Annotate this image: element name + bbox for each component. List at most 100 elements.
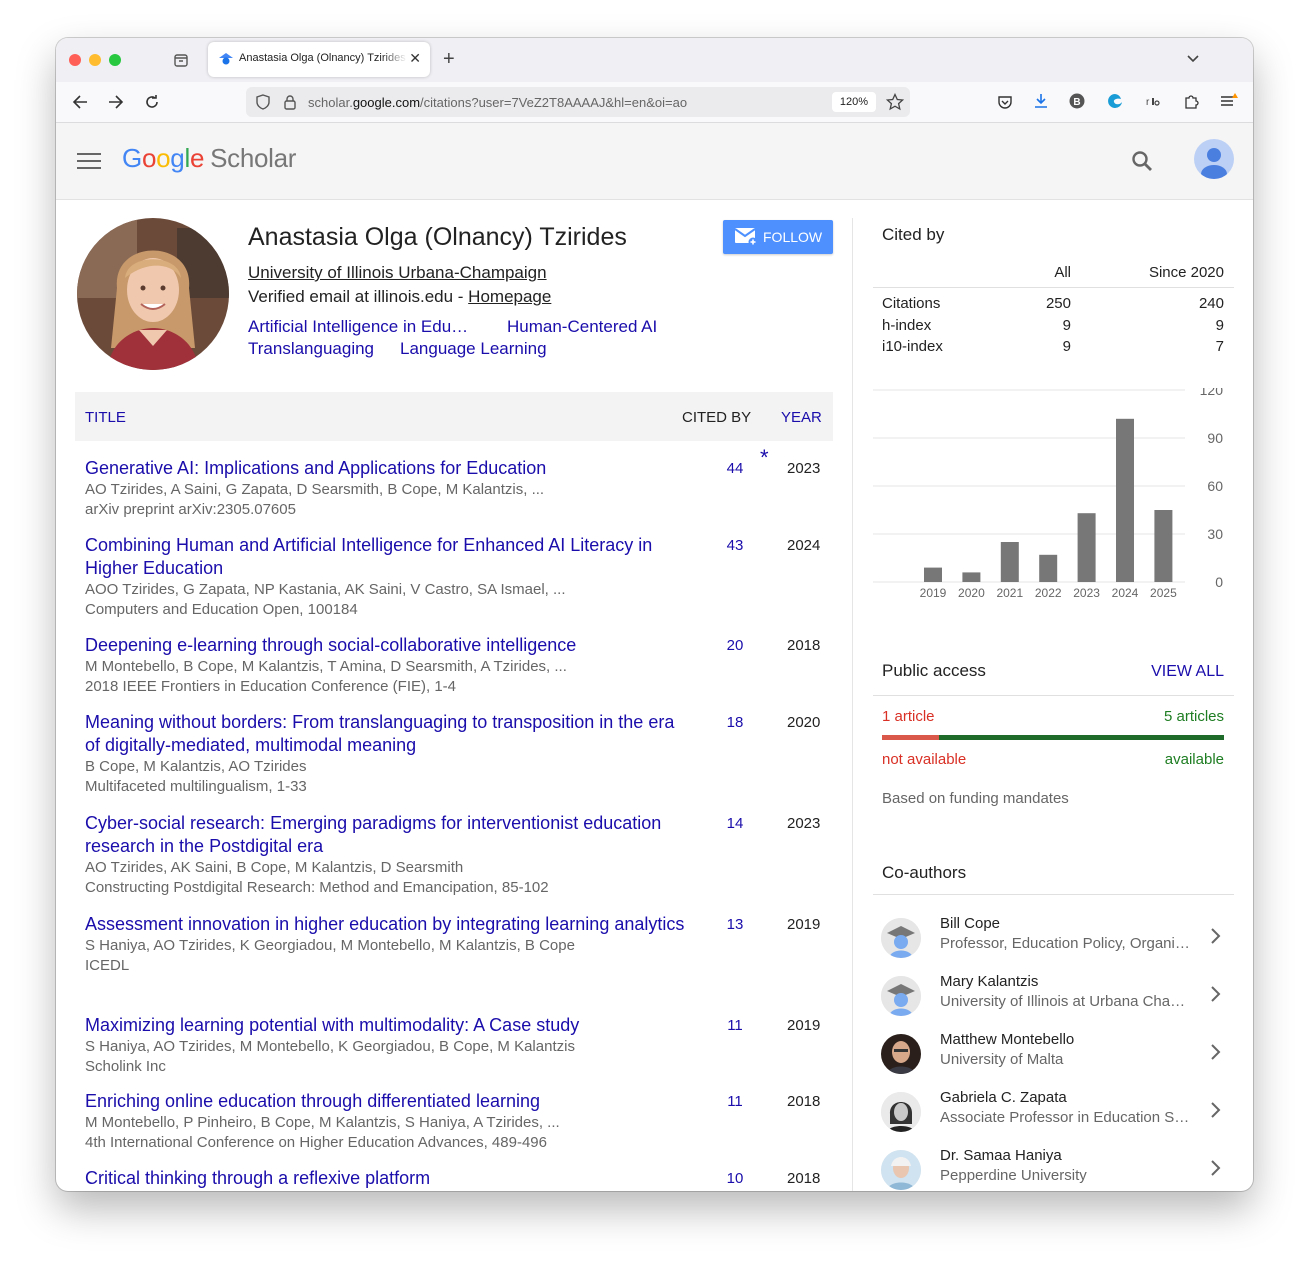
- available-count-link[interactable]: 5 articles: [1104, 708, 1224, 725]
- table-row: Generative AI: Implications and Applicat…: [85, 445, 833, 520]
- cited-count-link[interactable]: 13: [715, 916, 755, 933]
- chart-bar-2025[interactable]: [1154, 510, 1173, 582]
- article-venue: ICEDL: [85, 957, 130, 974]
- close-window-button[interactable]: [69, 54, 81, 66]
- maximize-window-button[interactable]: [109, 54, 121, 66]
- coauthor-item[interactable]: Bill Cope Professor, Education Policy, O…: [873, 914, 1234, 972]
- cited-count-link[interactable]: 18: [715, 714, 755, 731]
- zoom-level[interactable]: 120%: [832, 92, 876, 112]
- article-title-link[interactable]: Enriching online education through diffe…: [85, 1090, 685, 1113]
- article-authors: S Haniya, AO Tzirides, M Montebello, K G…: [85, 1038, 575, 1055]
- cited-count-link[interactable]: 44: [715, 460, 755, 477]
- cited-count-link[interactable]: 20: [715, 637, 755, 654]
- coauthor-affiliation: Professor, Education Policy, Organizatio…: [940, 935, 1190, 952]
- pocket-icon[interactable]: [997, 94, 1013, 110]
- stat-since-value: 7: [1215, 338, 1224, 355]
- scholar-header: Google Scholar: [56, 123, 1253, 200]
- public-access-view-all-link[interactable]: VIEW ALL: [1104, 663, 1224, 681]
- col-all-header: All: [1054, 264, 1071, 281]
- active-tab[interactable]: Anastasia Olga (Olnancy) Tzirides ✕: [208, 42, 430, 77]
- cited-count-link[interactable]: 43: [715, 537, 755, 554]
- scholar-favicon-icon: [219, 53, 233, 65]
- article-year: 2023: [787, 460, 821, 477]
- new-tab-icon[interactable]: +: [443, 49, 455, 69]
- cited-count-link[interactable]: 10: [715, 1170, 755, 1187]
- article-year: 2018: [787, 637, 821, 654]
- menu-icon[interactable]: [77, 153, 101, 169]
- b-extension-icon[interactable]: B: [1069, 93, 1085, 109]
- article-title-link[interactable]: Assessment innovation in higher educatio…: [85, 913, 685, 936]
- chart-bar-2023[interactable]: [1077, 513, 1096, 582]
- merged-citations-star-icon[interactable]: *: [760, 445, 769, 471]
- homepage-link[interactable]: Homepage: [468, 287, 551, 306]
- google-scholar-logo[interactable]: Google Scholar: [122, 143, 296, 174]
- article-title-link[interactable]: Deepening e-learning through social-coll…: [85, 634, 685, 657]
- account-avatar[interactable]: [1194, 139, 1234, 179]
- svg-text:r: r: [1146, 97, 1150, 108]
- interest-link[interactable]: Human-Centered AI: [507, 317, 657, 337]
- coauthor-affiliation: University of Malta: [940, 1051, 1064, 1068]
- extensions-puzzle-icon[interactable]: [1183, 93, 1199, 109]
- chart-bar-2024[interactable]: [1116, 418, 1134, 582]
- table-row: Cyber-social research: Emerging paradigm…: [85, 812, 833, 898]
- coauthor-item[interactable]: Dr. Samaa Haniya Pepperdine University: [873, 1146, 1234, 1191]
- interest-link[interactable]: Translanguaging: [248, 339, 374, 359]
- chart-bar-2022[interactable]: [1039, 554, 1058, 582]
- col-since-header: Since 2020: [1148, 264, 1224, 281]
- coauthor-photo: [881, 1034, 921, 1074]
- chart-bar-2021[interactable]: [1000, 542, 1019, 582]
- citations-chart: 0 30 60 90 120 2019 2020 2021 2022 2023 2024 2025: [873, 388, 1223, 600]
- article-title-link[interactable]: Generative AI: Implications and Applicat…: [85, 457, 685, 480]
- coauthor-affiliation: University of Illinois at Urbana Champai…: [940, 993, 1190, 1010]
- minimize-window-button[interactable]: [89, 54, 101, 66]
- article-title-link[interactable]: Cyber-social research: Emerging paradigm…: [85, 812, 685, 858]
- article-title-link[interactable]: Maximizing learning potential with multi…: [85, 1014, 685, 1037]
- chart-bar-2020[interactable]: [962, 572, 981, 582]
- article-title-link[interactable]: Combining Human and Artificial Intellige…: [85, 534, 685, 580]
- lock-icon[interactable]: [283, 94, 297, 110]
- sort-by-year[interactable]: YEAR: [781, 409, 822, 426]
- tab-list-chevron-icon[interactable]: [1186, 54, 1200, 64]
- table-row: Combining Human and Artificial Intellige…: [85, 534, 833, 620]
- app-menu-icon[interactable]: [1220, 93, 1238, 109]
- column-divider: [852, 218, 853, 1191]
- reader-extension-icon[interactable]: r: [1145, 93, 1161, 109]
- coauthor-item[interactable]: Gabriela C. Zapata Associate Professor i…: [873, 1088, 1234, 1146]
- address-bar[interactable]: scholar.google.com/citations?user=7VeZ2T…: [246, 87, 910, 117]
- stat-label: i10-index: [882, 338, 943, 355]
- search-icon[interactable]: [1130, 149, 1154, 173]
- navigation-bar: scholar.google.com/citations?user=7VeZ2T…: [56, 82, 1253, 123]
- tracking-shield-icon[interactable]: [255, 94, 271, 110]
- back-icon[interactable]: [72, 94, 88, 110]
- edge-extension-icon[interactable]: [1107, 93, 1123, 109]
- interest-link[interactable]: Artificial Intelligence in Edu…: [248, 317, 468, 337]
- not-available-count-link[interactable]: 1 article: [882, 708, 935, 725]
- table-row: Meaning without borders: From translangu…: [85, 711, 833, 797]
- profile-affiliation-link[interactable]: University of Illinois Urbana-Champaign: [248, 263, 547, 283]
- tab-title: Anastasia Olga (Olnancy) Tzirides: [239, 52, 406, 64]
- stat-all-value: 250: [1045, 295, 1071, 312]
- bookmark-star-icon[interactable]: [886, 93, 904, 111]
- chevron-right-icon: [1211, 1044, 1221, 1060]
- cited-count-link[interactable]: 11: [715, 1093, 755, 1110]
- chart-bar-2019[interactable]: [924, 567, 942, 582]
- interest-link[interactable]: Language Learning: [400, 339, 547, 359]
- coauthor-affiliation: Pepperdine University: [940, 1167, 1087, 1184]
- tab-close-icon[interactable]: ✕: [409, 50, 421, 67]
- article-title-link[interactable]: Meaning without borders: From translangu…: [85, 711, 685, 757]
- forward-icon[interactable]: [108, 94, 124, 110]
- article-year: 2019: [787, 916, 821, 933]
- tab-overview-icon[interactable]: [173, 52, 189, 68]
- cited-count-link[interactable]: 11: [715, 1017, 755, 1034]
- coauthor-item[interactable]: Mary Kalantzis University of Illinois at…: [873, 972, 1234, 1030]
- article-authors: AO Tzirides, AK Saini, B Cope, M Kalantz…: [85, 859, 464, 876]
- follow-button[interactable]: FOLLOW: [723, 220, 833, 254]
- sort-by-title[interactable]: TITLE: [85, 409, 126, 426]
- downloads-icon[interactable]: [1033, 93, 1049, 109]
- cited-count-link[interactable]: 14: [715, 815, 755, 832]
- reload-icon[interactable]: [144, 94, 160, 110]
- article-title-link[interactable]: Critical thinking through a reflexive pl…: [85, 1167, 685, 1190]
- sort-by-cited[interactable]: CITED BY: [682, 409, 751, 426]
- cited-by-divider: [873, 287, 1234, 288]
- coauthor-item[interactable]: Matthew Montebello University of Malta: [873, 1030, 1234, 1088]
